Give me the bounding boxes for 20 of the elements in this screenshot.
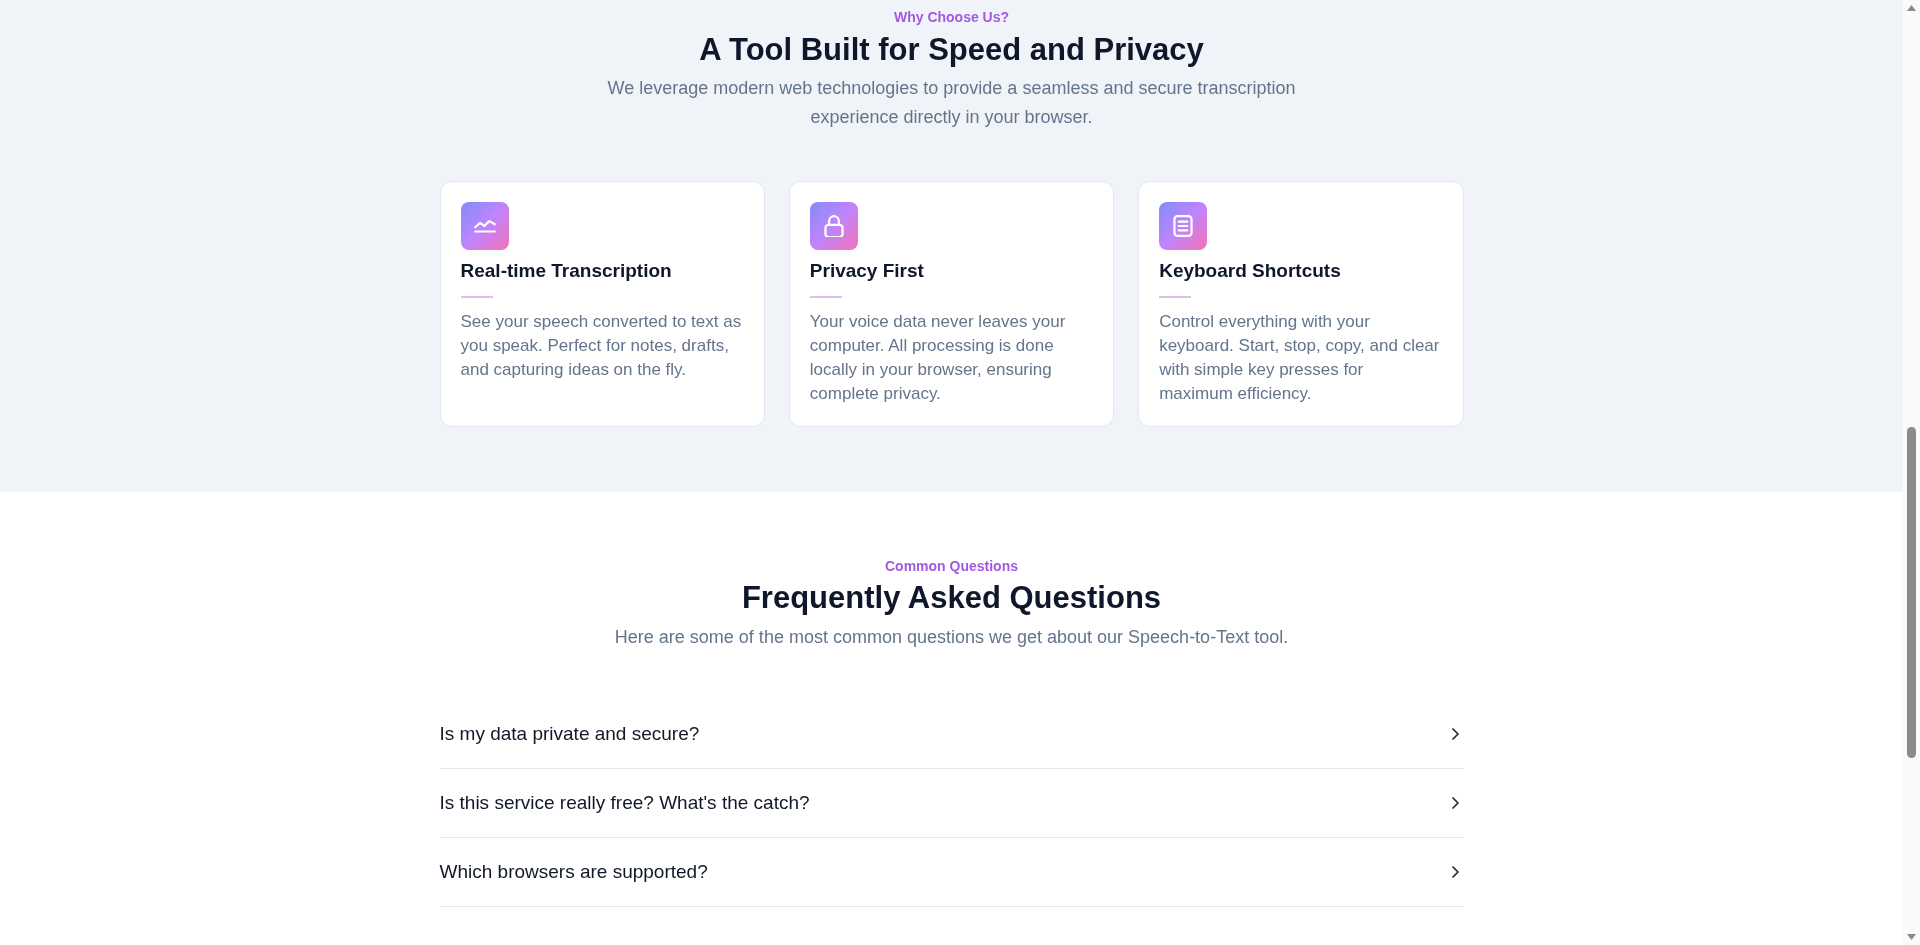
scrollbar-thumb[interactable]: [1907, 427, 1916, 758]
section-subtitle: Here are some of the most common questions we get about our Speech-to-Text tool.: [613, 626, 1290, 649]
faq-question[interactable]: Is my data private and secure?: [439, 699, 1464, 769]
faq-question[interactable]: Which browsers are supported?: [439, 837, 1464, 907]
feature-description: See your speech converted to text as you speak. Perfect for notes, drafts, and capturing ideas on the fly.: [460, 311, 743, 381]
faq-question[interactable]: Is this service really free? What's the catch?: [439, 768, 1464, 838]
section-eyebrow: Why Choose Us?: [892, 8, 1011, 27]
scroll-up-arrow-icon[interactable]: [1907, 5, 1916, 11]
feature-description: Control everything with your keyboard. Start, stop, copy, and clear with simple key presses for maximum efficiency.: [1159, 311, 1441, 405]
section-subtitle: We leverage modern web technologies to provide a seamless and secure transcription experience directly in your browser.: [606, 77, 1297, 129]
scroll-down-arrow-icon[interactable]: [1907, 934, 1916, 940]
feature-title: Keyboard Shortcuts: [1159, 259, 1342, 283]
lock-icon: [809, 202, 858, 250]
document-icon: [1159, 202, 1208, 250]
section-heading: A Tool Built for Speed and Privacy: [698, 31, 1205, 69]
feature-description: Your voice data never leaves your computer. All processing is done locally in your browser, ensuring complete privacy.: [809, 311, 1067, 405]
feature-title: Privacy First: [809, 259, 925, 283]
section-eyebrow: Common Questions: [884, 557, 1019, 576]
feature-title: Real-time Transcription: [460, 259, 673, 283]
section-heading: Frequently Asked Questions: [740, 579, 1163, 617]
